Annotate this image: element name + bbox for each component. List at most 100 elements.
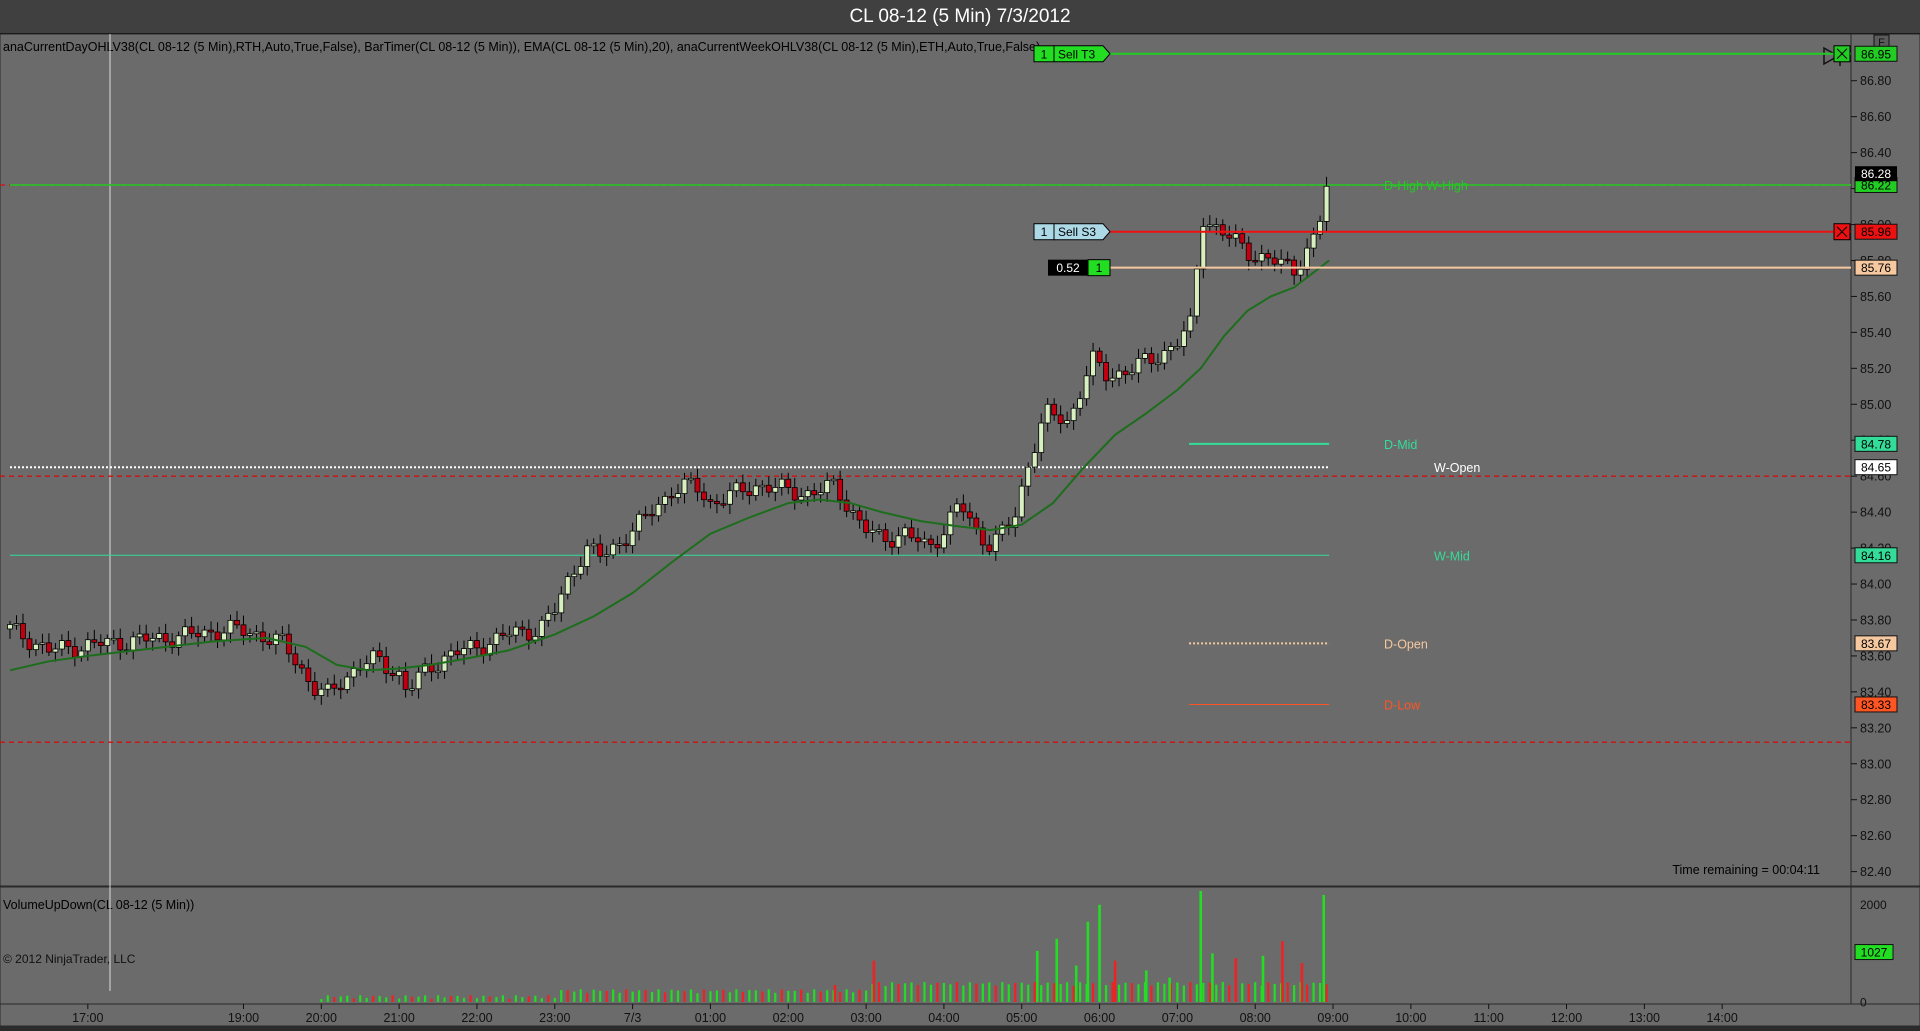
candle-down: [240, 624, 247, 636]
candle-down: [642, 513, 649, 517]
chart-canvas[interactable]: anaCurrentDayOHLV38(CL 08-12 (5 Min),RTH…: [0, 33, 1920, 1027]
indicators-text: anaCurrentDayOHLV38(CL 08-12 (5 Min),RTH…: [3, 40, 1040, 54]
price-tick-label: 86.80: [1860, 74, 1891, 88]
candle-up: [558, 593, 565, 614]
candle-down: [791, 487, 798, 501]
price-tick-label: 85.60: [1860, 290, 1891, 304]
price-tick-label: 85.20: [1860, 362, 1891, 376]
candle-up: [1323, 185, 1330, 222]
candle-down: [1103, 362, 1109, 382]
candle-up: [733, 482, 740, 492]
candle-up: [409, 688, 416, 691]
price-tick-label: 82.80: [1860, 793, 1891, 807]
candle-up: [1193, 268, 1200, 317]
order-label: Sell T3: [1058, 47, 1095, 61]
candle-down: [389, 672, 396, 677]
candle-down: [266, 641, 273, 645]
candle-up: [1180, 330, 1187, 347]
candle-down: [960, 503, 967, 513]
level-price-label: 84.65: [1861, 461, 1891, 475]
price-panel[interactable]: [0, 33, 1852, 887]
candle-up: [752, 485, 759, 496]
candle-down: [234, 619, 240, 626]
candle-up: [1258, 253, 1265, 262]
candle-up: [1090, 350, 1096, 377]
candle-down: [694, 477, 701, 493]
candle-up: [947, 511, 954, 536]
candle-up: [603, 554, 610, 557]
candle-up: [551, 612, 558, 615]
candle-down: [260, 631, 266, 643]
level-price-label: 83.67: [1861, 637, 1891, 651]
candle-up: [448, 650, 454, 657]
candle-up: [110, 637, 117, 641]
time-tick-label: 13:00: [1629, 1011, 1660, 1025]
candle-down: [499, 632, 506, 636]
candle-up: [344, 676, 351, 690]
candle-down: [863, 519, 869, 533]
candle-down: [597, 543, 604, 557]
candle-up: [584, 545, 591, 567]
candle-up: [52, 648, 59, 653]
candle-up: [201, 629, 208, 638]
candle-up: [1109, 377, 1116, 382]
candle-down: [298, 664, 305, 669]
level-price-label: 83.33: [1861, 698, 1891, 712]
candle-up: [1187, 315, 1194, 332]
candle-up: [506, 634, 513, 638]
candle-up: [545, 612, 552, 621]
time-tick-label: 19:00: [228, 1011, 259, 1025]
price-tick-label: 82.60: [1860, 829, 1891, 843]
candle-down: [765, 484, 772, 493]
candle-down: [1051, 403, 1058, 416]
candle-down: [162, 633, 169, 643]
candle-up: [1077, 398, 1084, 409]
candle-up: [324, 683, 331, 690]
copyright-text: © 2012 NinjaTrader, LLC: [3, 952, 136, 966]
candle-up: [318, 688, 325, 696]
candle-down: [720, 503, 727, 506]
candle-up: [1142, 353, 1148, 359]
candle-up: [1278, 258, 1285, 265]
candle-down: [1265, 253, 1272, 259]
candle-down: [986, 544, 993, 552]
candle-down: [889, 541, 895, 548]
candle-down: [668, 495, 675, 499]
time-tick-label: 23:00: [539, 1011, 570, 1025]
candle-up: [1297, 268, 1304, 276]
candle-up: [992, 533, 999, 552]
candle-up: [538, 619, 545, 637]
candle-up: [804, 490, 811, 498]
volume-tick-label: 0: [1860, 996, 1867, 1010]
candle-down: [311, 681, 318, 696]
time-tick-label: 05:00: [1006, 1011, 1037, 1025]
candle-down: [20, 623, 26, 640]
level-label: D-Open: [1384, 637, 1428, 651]
candle-down: [1245, 242, 1252, 261]
time-tick-label: 14:00: [1707, 1011, 1738, 1025]
level-price-label: 84.78: [1861, 437, 1891, 451]
candle-up: [1200, 226, 1207, 270]
candle-up: [493, 632, 500, 645]
time-tick-label: 22:00: [461, 1011, 492, 1025]
candle-down: [1239, 233, 1246, 244]
candle-up: [1070, 407, 1077, 421]
time-tick-label: 06:00: [1084, 1011, 1115, 1025]
candle-down: [383, 656, 390, 674]
candle-down: [71, 646, 78, 658]
order-price-label: 85.76: [1861, 261, 1891, 275]
candle-up: [778, 478, 785, 488]
candle-up: [817, 492, 824, 496]
time-tick-label: 12:00: [1551, 1011, 1582, 1025]
chart-container[interactable]: anaCurrentDayOHLV38(CL 08-12 (5 Min),RTH…: [0, 33, 1920, 1027]
candle-up: [1038, 422, 1045, 453]
candle-up: [616, 543, 623, 546]
order-price-label: 86.95: [1861, 47, 1891, 61]
candle-up: [182, 626, 189, 637]
order-price-label: 85.96: [1861, 225, 1891, 239]
candle-up: [467, 640, 474, 649]
candle-up: [1206, 224, 1213, 227]
time-tick-label: 17:00: [72, 1011, 103, 1025]
candle-up: [895, 535, 902, 548]
candle-up: [363, 663, 370, 670]
